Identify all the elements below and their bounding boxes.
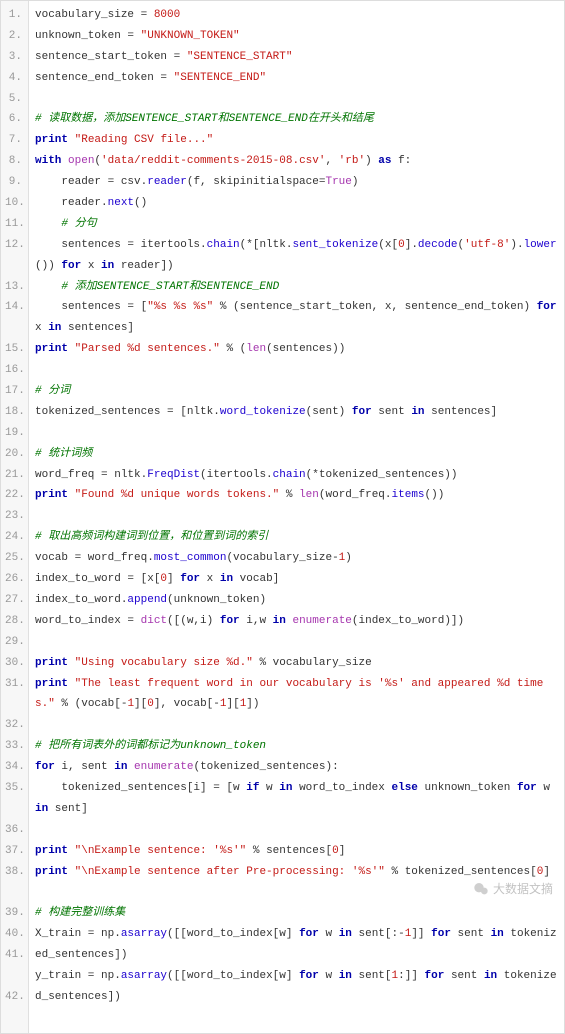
line-number: 20. (5, 444, 22, 465)
line-number: 24. (5, 527, 22, 548)
line-number (5, 318, 22, 339)
code-line: print "Found %d unique words tokens." % … (35, 485, 558, 506)
line-number: 2. (5, 26, 22, 47)
line-number: 25. (5, 548, 22, 569)
line-number (5, 882, 22, 903)
watermark-text: 大数据文摘 (493, 880, 553, 897)
code-line: print "The least frequent word in our vo… (35, 674, 558, 716)
line-number (5, 799, 22, 820)
code-line: print "Using vocabulary size %d." % voca… (35, 653, 558, 674)
code-line: # 分词 (35, 381, 558, 402)
code-line: # 读取数据，添加SENTENCE_START和SENTENCE_END在开头和… (35, 109, 558, 130)
line-number: 33. (5, 736, 22, 757)
line-number: 1. (5, 5, 22, 26)
line-number: 10. (5, 193, 22, 214)
line-number: 7. (5, 130, 22, 151)
line-number: 21. (5, 465, 22, 486)
line-number (5, 966, 22, 987)
code-line: # 取出高频词构建词到位置，和位置到词的索引 (35, 527, 558, 548)
line-number: 42. (5, 987, 22, 1008)
line-number (5, 1008, 22, 1029)
code-line: sentences = itertools.chain(*[nltk.sent_… (35, 235, 558, 277)
line-number: 39. (5, 903, 22, 924)
line-number: 4. (5, 68, 22, 89)
code-line (35, 632, 558, 653)
line-number: 16. (5, 360, 22, 381)
line-number: 5. (5, 89, 22, 110)
code-line: y_train = np.asarray([[word_to_index[w] … (35, 966, 558, 1008)
code-line: print "Reading CSV file..." (35, 130, 558, 151)
code-line: sentence_start_token = "SENTENCE_START" (35, 47, 558, 68)
line-number: 37. (5, 841, 22, 862)
code-line: reader.next() (35, 193, 558, 214)
code-line: # 分句 (35, 214, 558, 235)
code-line: # 添加SENTENCE_START和SENTENCE_END (35, 277, 558, 298)
line-number: 12. (5, 235, 22, 256)
line-number: 19. (5, 423, 22, 444)
line-number: 8. (5, 151, 22, 172)
line-number (5, 694, 22, 715)
code-line: sentences = ["%s %s %s" % (sentence_star… (35, 297, 558, 339)
code-line: sentence_end_token = "SENTENCE_END" (35, 68, 558, 89)
line-number: 14. (5, 297, 22, 318)
code-line: print "Parsed %d sentences." % (len(sent… (35, 339, 558, 360)
code-line: # 统计词频 (35, 444, 558, 465)
line-number-gutter: 1.2.3.4.5.6.7.8.9.10.11.12. 13.14. 15.16… (1, 1, 29, 1033)
code-block: 1.2.3.4.5.6.7.8.9.10.11.12. 13.14. 15.16… (0, 0, 565, 1034)
line-number: 6. (5, 109, 22, 130)
line-number: 26. (5, 569, 22, 590)
line-number: 13. (5, 277, 22, 298)
line-number: 31. (5, 674, 22, 695)
code-line: with open('data/reddit-comments-2015-08.… (35, 151, 558, 172)
line-number: 17. (5, 381, 22, 402)
code-line: index_to_word = [x[0] for x in vocab] (35, 569, 558, 590)
code-line: index_to_word.append(unknown_token) (35, 590, 558, 611)
wechat-icon (473, 881, 489, 897)
code-line: X_train = np.asarray([[word_to_index[w] … (35, 924, 558, 966)
line-number: 22. (5, 485, 22, 506)
line-number: 15. (5, 339, 22, 360)
code-line: vocab = word_freq.most_common(vocabulary… (35, 548, 558, 569)
code-line: word_freq = nltk.FreqDist(itertools.chai… (35, 465, 558, 486)
line-number: 23. (5, 506, 22, 527)
code-line: for i, sent in enumerate(tokenized_sente… (35, 757, 558, 778)
line-number: 40. (5, 924, 22, 945)
watermark: 大数据文摘 (473, 880, 553, 897)
code-line (35, 89, 558, 110)
line-number: 34. (5, 757, 22, 778)
line-number: 35. (5, 778, 22, 799)
code-content: vocabulary_size = 8000unknown_token = "U… (29, 1, 564, 1033)
code-line: unknown_token = "UNKNOWN_TOKEN" (35, 26, 558, 47)
code-line (35, 423, 558, 444)
code-line: # 把所有词表外的词都标记为unknown_token (35, 736, 558, 757)
line-number: 32. (5, 715, 22, 736)
code-line: reader = csv.reader(f, skipinitialspace=… (35, 172, 558, 193)
line-number: 41. (5, 945, 22, 966)
line-number: 9. (5, 172, 22, 193)
line-number: 36. (5, 820, 22, 841)
code-line (35, 715, 558, 736)
code-line: tokenized_sentences = [nltk.word_tokeniz… (35, 402, 558, 423)
line-number: 11. (5, 214, 22, 235)
code-line (35, 820, 558, 841)
code-line (35, 360, 558, 381)
code-line: # 构建完整训练集 (35, 903, 558, 924)
line-number: 27. (5, 590, 22, 611)
code-line: print "\nExample sentence: '%s'" % sente… (35, 841, 558, 862)
line-number (5, 256, 22, 277)
line-number: 28. (5, 611, 22, 632)
code-line: vocabulary_size = 8000 (35, 5, 558, 26)
line-number: 18. (5, 402, 22, 423)
line-number: 29. (5, 632, 22, 653)
line-number: 30. (5, 653, 22, 674)
code-line: tokenized_sentences[i] = [w if w in word… (35, 778, 558, 820)
code-line (35, 506, 558, 527)
code-line: word_to_index = dict([(w,i) for i,w in e… (35, 611, 558, 632)
line-number: 38. (5, 862, 22, 883)
line-number: 3. (5, 47, 22, 68)
